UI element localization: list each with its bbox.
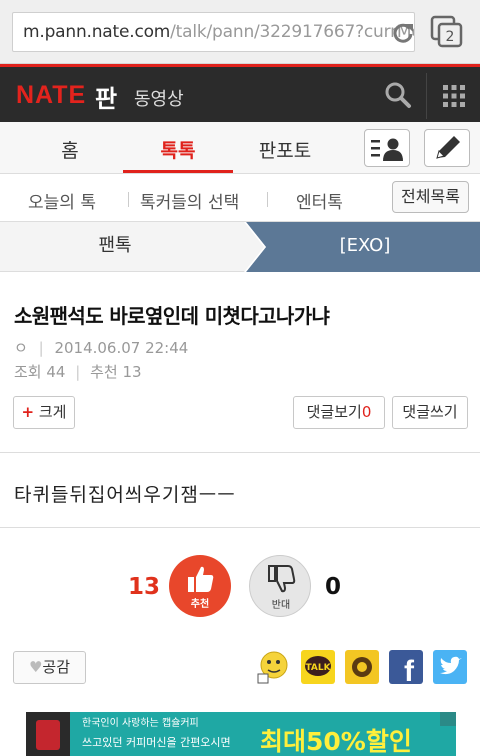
enlarge-label: 크게 [38,403,67,421]
enlarge-text-button[interactable]: + 크게 [13,396,75,429]
site-header: NATE 판 동영상 [0,64,480,122]
views-count: 44 [46,363,66,381]
divider [0,527,480,528]
recommend-label: 추천 [190,599,210,610]
write-comment-button[interactable]: 댓글쓰기 [392,396,468,429]
plus-icon: + [21,403,35,421]
reload-icon[interactable] [391,21,415,45]
address-bar[interactable]: m.pann.nate.com/talk/pann/322917667?curr… [12,12,415,52]
browser-toolbar: m.pann.nate.com/talk/pann/322917667?curr… [0,0,480,64]
oppose-button[interactable]: 반대 [249,555,311,617]
pencil-icon [436,136,460,159]
url-path: /talk/pann/322917667?currMe [170,22,415,42]
header-divider [426,73,427,119]
subnav-divider [267,192,268,207]
url-text[interactable]: m.pann.nate.com/talk/pann/322917667?curr… [23,22,415,42]
views-label: 조회 [14,363,42,381]
pann-title[interactable]: 판 [95,79,117,114]
ad-headline: 최대50%할인 [260,727,412,756]
tab-home[interactable]: 홈 [40,136,100,163]
post-date: 2014.06.07 22:44 [54,339,189,357]
subnav-enter-talk[interactable]: 엔터톡 [296,188,343,213]
recommend-button[interactable]: 추천 [169,555,231,617]
active-tab-indicator [123,170,233,173]
ad-banner[interactable]: 한국인이 사랑하는 캡슐커피 쓰고있던 커피머신을 간편오시면 최대50%할인 [26,712,456,756]
breadcrumb-fan-talk[interactable]: 팬톡 [0,222,260,272]
user-list-icon [371,138,403,161]
svg-text:f: f [404,655,415,684]
ad-choices-icon[interactable] [440,712,456,726]
post-author[interactable]: ㅇ [14,339,28,357]
post-content: 타퀴들뒤집어씌우기잼ㅡㅡ [14,484,236,506]
nate-logo[interactable]: NATE [16,81,86,110]
downvote-count: 0 [325,574,342,600]
facebook-share-icon[interactable]: f [389,650,423,684]
video-link[interactable]: 동영상 [134,85,184,111]
kakaostory-share-icon[interactable] [345,650,379,684]
breadcrumb: 팬톡 [EXO] [0,222,480,272]
menu-grid-icon[interactable] [442,84,466,108]
tab-count: 2 [446,29,455,45]
subnav-divider [128,192,129,207]
comment-count: 0 [361,403,372,421]
recommend-label: 추천 [90,363,118,381]
write-post-button[interactable] [424,129,470,167]
upvote-count: 13 [128,574,161,600]
list-all-button[interactable]: 전체목록 [392,181,469,213]
ad-line2: 쓰고있던 커피머신을 간편오시면 [82,736,231,749]
post-stats: 조회 44 | 추천 13 [14,363,142,381]
subnav-today-talk[interactable]: 오늘의 톡 [28,188,96,213]
oppose-label: 반대 [271,600,291,611]
recommend-count: 13 [122,363,142,381]
nateon-share-icon[interactable] [256,650,290,684]
divider [0,452,480,453]
empathy-label: 공감 [42,658,71,676]
thumbs-down-icon [268,565,296,593]
search-icon[interactable] [384,81,412,109]
svg-text:TALK: TALK [305,663,331,673]
tab-pann-photo[interactable]: 판포토 [245,136,325,163]
tab-switcher-icon[interactable]: 2 [430,15,464,49]
my-page-button[interactable] [364,129,410,167]
url-host: m.pann.nate.com [23,22,171,42]
kakaotalk-share-icon[interactable]: TALK [301,650,335,684]
post-author-date: ㅇ | 2014.06.07 22:44 [14,339,189,357]
sub-nav: 오늘의 톡 톡커들의 선택 엔터톡 전체목록 [0,175,480,222]
view-comments-label: 댓글보기 [306,403,362,421]
subnav-talker-choice[interactable]: 톡커들의 선택 [140,188,239,213]
view-comments-button[interactable]: 댓글보기0 [293,396,385,429]
tab-talk[interactable]: 톡톡 [138,136,218,163]
thumbs-up-icon [188,566,214,592]
post-title: 소원팬석도 바로옆인데 미쳣다고나가냐 [14,304,330,328]
heart-icon: ♥ [28,658,43,676]
breadcrumb-exo[interactable]: [EXO] [290,222,440,272]
twitter-share-icon[interactable] [433,650,467,684]
ad-line1: 한국인이 사랑하는 캡슐커피 [82,718,199,729]
ad-coffee-machine-image [26,712,70,756]
main-tabs: 홈 톡톡 판포토 [0,122,480,174]
empathy-button[interactable]: ♥공감 [13,651,86,684]
